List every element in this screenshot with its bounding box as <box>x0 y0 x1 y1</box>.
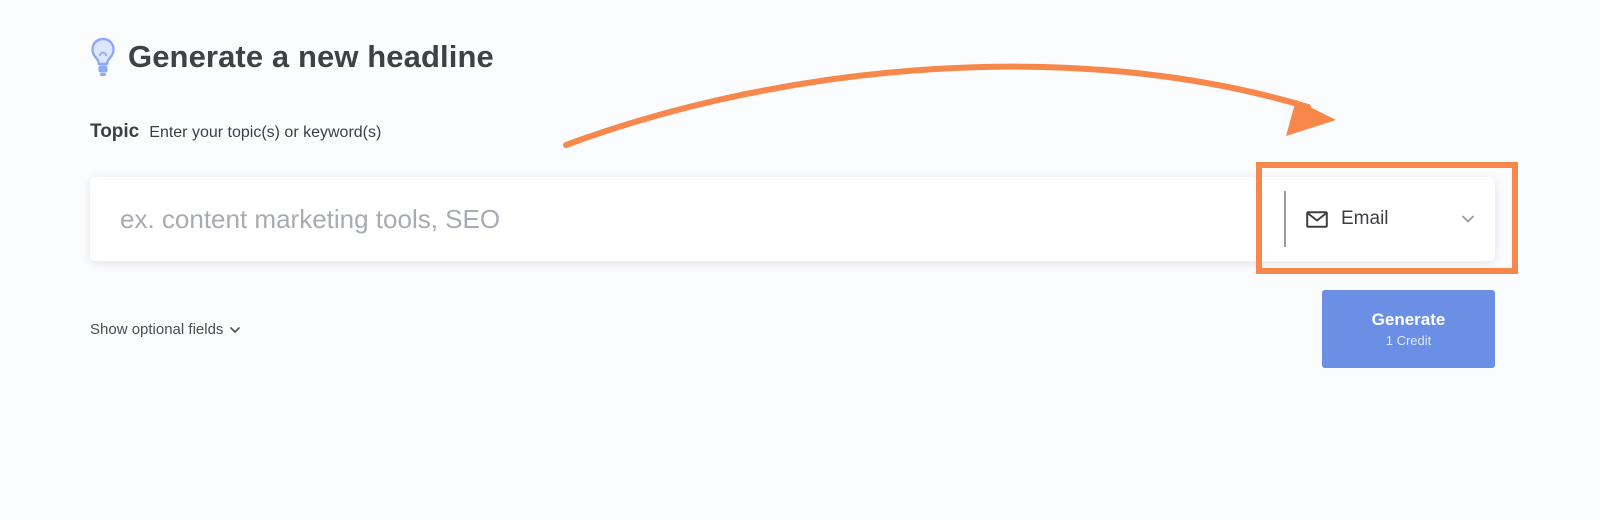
annotation-highlight-box <box>1256 162 1518 274</box>
topic-label-row: Topic Enter your topic(s) or keyword(s) <box>90 121 381 143</box>
topic-label: Topic <box>90 121 140 142</box>
credit-cost-label: 1 Credit <box>1385 332 1432 348</box>
topic-hint: Enter your topic(s) or keyword(s) <box>149 124 382 141</box>
generate-button[interactable]: Generate 1 Credit <box>1322 290 1495 368</box>
lightbulb-icon <box>91 37 115 76</box>
topic-input[interactable] <box>90 177 1270 261</box>
generate-label: Generate <box>1371 309 1446 329</box>
headline-generator-page: Generate a new headline Topic Enter your… <box>0 0 1600 520</box>
optional-fields-label: Show optional fields <box>90 321 224 338</box>
page-title: Generate a new headline <box>128 39 494 74</box>
header: Generate a new headline <box>90 36 494 78</box>
chevron-down-icon <box>230 326 241 333</box>
show-optional-fields-toggle[interactable]: Show optional fields <box>90 321 241 338</box>
